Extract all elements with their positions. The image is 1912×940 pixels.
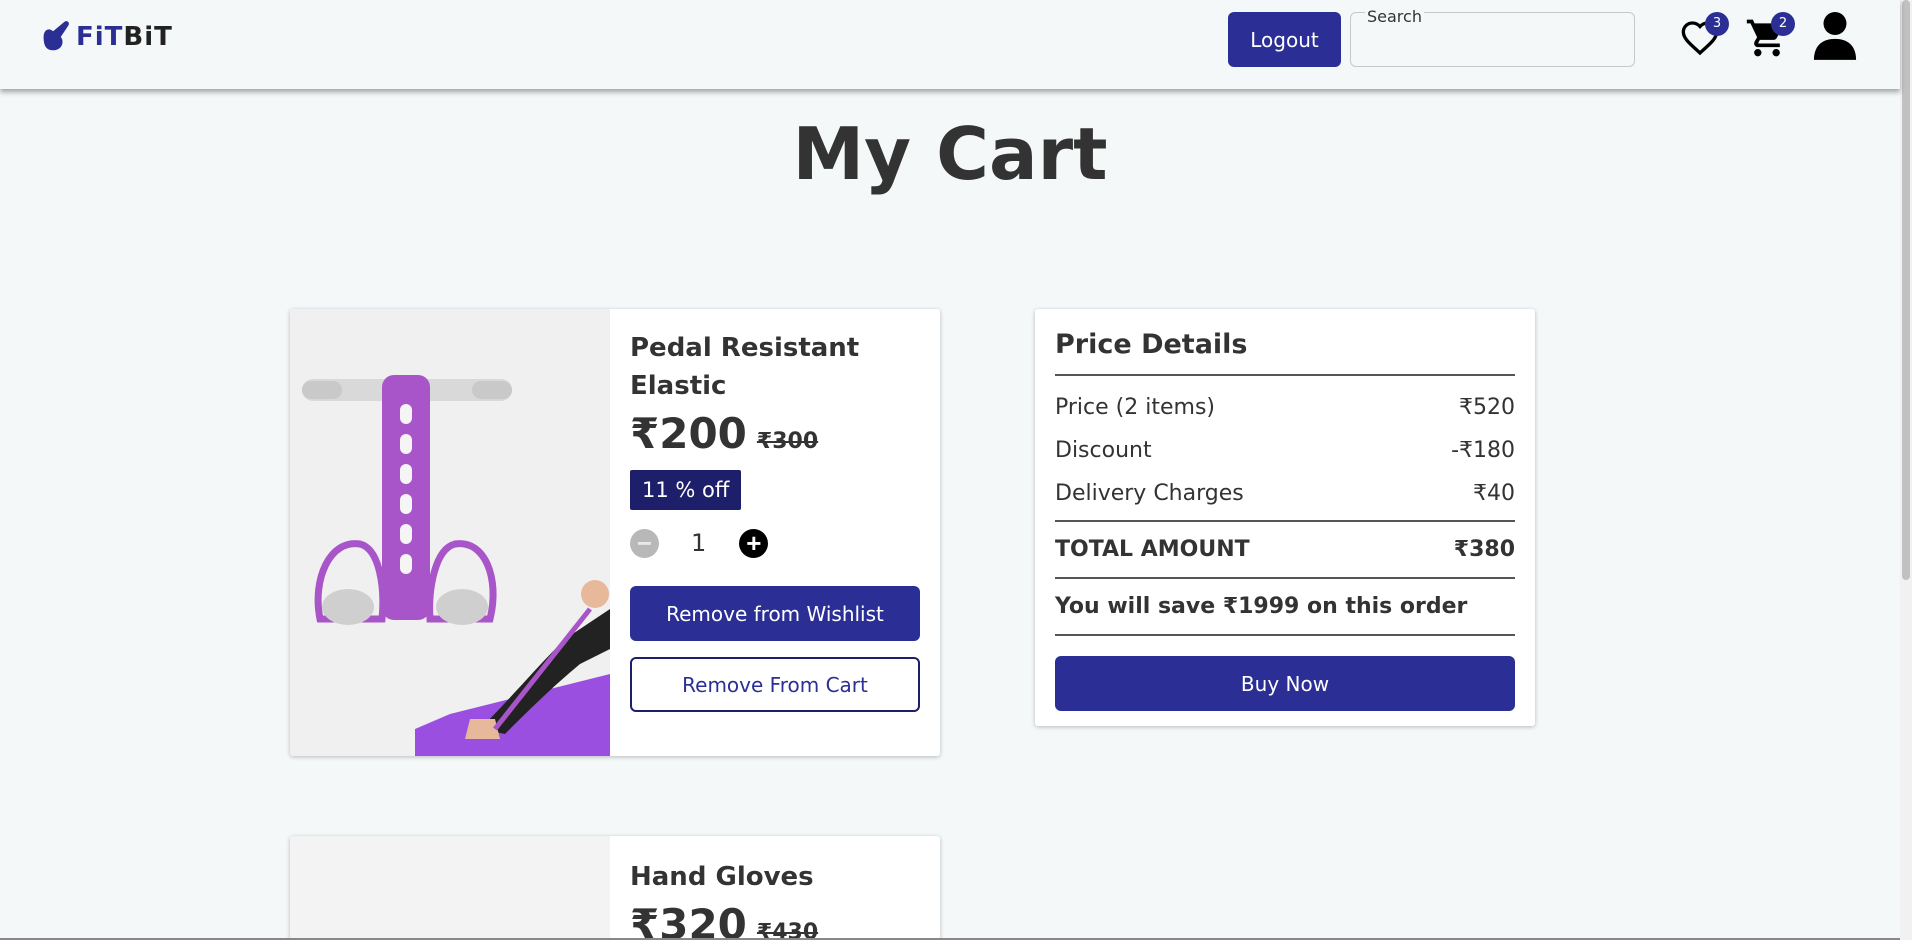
cart-count-badge: 2	[1771, 12, 1795, 36]
quantity-value: 1	[691, 529, 707, 557]
profile-button[interactable]	[1812, 10, 1858, 60]
logo-text-fit: FiT	[76, 22, 124, 52]
cart-item-card: Pedal Resistant Elastic ₹200 ₹300 11 % o…	[290, 309, 940, 756]
product-image[interactable]	[290, 836, 610, 940]
scrollbar[interactable]	[1900, 0, 1912, 940]
brand-logo[interactable]: FiTBiT	[36, 18, 173, 56]
price-details-card: Price Details Price (2 items) ₹520 Disco…	[1035, 309, 1535, 726]
product-price: ₹200	[630, 409, 747, 458]
product-original-price: ₹300	[756, 429, 819, 454]
price-value: ₹520	[1459, 395, 1515, 420]
cart-item-details: Pedal Resistant Elastic ₹200 ₹300 11 % o…	[630, 309, 920, 712]
price-row: Price (2 items) ₹520	[1055, 386, 1515, 429]
decrease-quantity-button[interactable]: −	[630, 527, 659, 558]
logo-text-bit: BiT	[123, 22, 173, 52]
product-original-price: ₹430	[756, 920, 819, 940]
user-icon	[1813, 12, 1857, 60]
wishlist-count-badge: 3	[1705, 12, 1729, 36]
top-navbar: FiTBiT Logout Search 3 2	[0, 0, 1900, 89]
product-price: ₹320	[630, 900, 747, 940]
total-row: TOTAL AMOUNT ₹380	[1055, 522, 1515, 577]
search-field[interactable]: Search	[1350, 7, 1635, 67]
price-row: ₹320 ₹430	[630, 900, 920, 940]
discount-badge: 11 % off	[630, 470, 742, 510]
price-details-title: Price Details	[1055, 329, 1248, 360]
divider	[1055, 634, 1515, 636]
price-label: Price (2 items)	[1055, 395, 1215, 420]
buy-now-button[interactable]: Buy Now	[1055, 656, 1515, 711]
plus-icon: +	[746, 527, 762, 558]
delivery-value: ₹40	[1473, 481, 1515, 506]
cart-item-details: Hand Gloves ₹320 ₹430	[630, 836, 920, 940]
product-image[interactable]	[290, 309, 610, 756]
discount-label: Discount	[1055, 438, 1152, 463]
total-value: ₹380	[1453, 537, 1515, 562]
delivery-row: Delivery Charges ₹40	[1055, 472, 1515, 515]
quantity-stepper: − 1 +	[630, 528, 920, 558]
logo-mark-icon	[43, 21, 69, 51]
search-label: Search	[1365, 7, 1424, 26]
remove-from-wishlist-button[interactable]: Remove from Wishlist	[630, 586, 920, 641]
cart-button[interactable]: 2	[1745, 12, 1795, 60]
wishlist-button[interactable]: 3	[1680, 12, 1729, 60]
minus-icon: −	[636, 527, 653, 558]
price-row: ₹200 ₹300	[630, 409, 920, 458]
scrollbar-thumb[interactable]	[1902, 0, 1910, 580]
page-title: My Cart	[792, 112, 1108, 196]
search-input[interactable]	[1363, 29, 1623, 61]
product-name[interactable]: Pedal Resistant Elastic	[630, 329, 920, 405]
discount-row: Discount -₹180	[1055, 429, 1515, 472]
logout-button[interactable]: Logout	[1228, 12, 1341, 67]
pedal-resistance-band-image	[290, 309, 610, 756]
cart-item-card: Hand Gloves ₹320 ₹430	[290, 836, 940, 940]
increase-quantity-button[interactable]: +	[739, 527, 769, 558]
remove-from-cart-button[interactable]: Remove From Cart	[630, 657, 920, 712]
total-label: TOTAL AMOUNT	[1055, 537, 1250, 562]
product-name[interactable]: Hand Gloves	[630, 858, 920, 896]
divider	[1055, 374, 1515, 376]
logo-text: FiTBiT	[76, 22, 173, 52]
delivery-label: Delivery Charges	[1055, 481, 1244, 506]
discount-value: -₹180	[1451, 438, 1515, 463]
savings-text: You will save ₹1999 on this order	[1055, 594, 1468, 619]
